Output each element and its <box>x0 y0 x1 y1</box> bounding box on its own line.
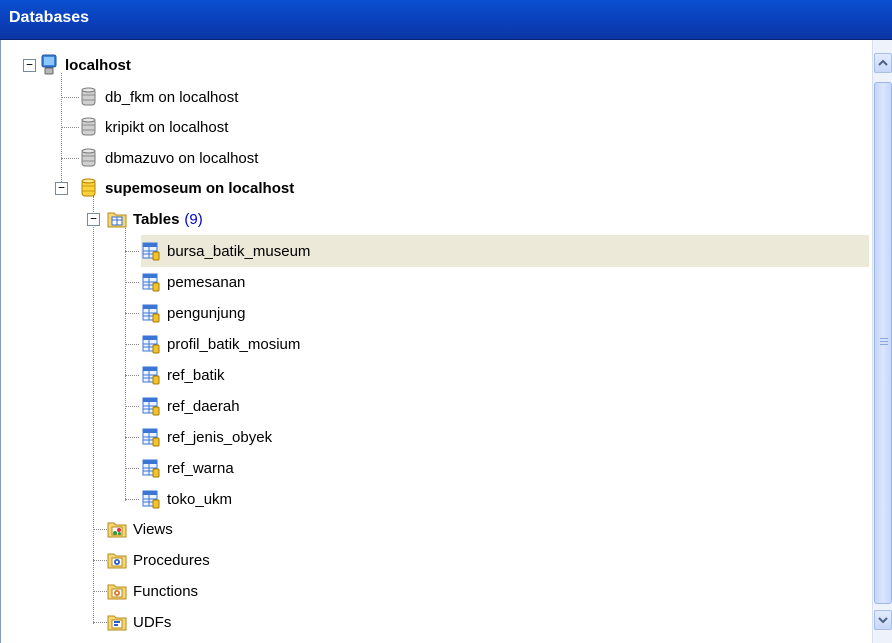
scroll-down-button[interactable] <box>874 610 892 630</box>
database-label: db_fkm on localhost <box>105 88 239 106</box>
database-cylinder-icon <box>81 87 96 106</box>
table-label: ref_daerah <box>167 397 240 415</box>
tree-node-table[interactable]: profil_batik_mosium <box>141 329 300 359</box>
scroll-up-button[interactable] <box>874 53 892 73</box>
tree-line <box>125 313 139 314</box>
database-label: kripikt on localhost <box>105 118 229 136</box>
tree-line <box>125 282 139 283</box>
table-grid-icon <box>142 304 160 323</box>
folder-label: Views <box>133 520 173 538</box>
table-grid-icon <box>142 490 160 509</box>
table-label: toko_ukm <box>167 490 233 508</box>
tree-node-table[interactable]: pengunjung <box>141 298 245 328</box>
tree-line <box>93 560 107 561</box>
tree-line <box>125 375 139 376</box>
tree-node-table[interactable]: ref_warna <box>141 453 234 483</box>
collapse-supemoseum-toggle[interactable]: − <box>55 182 68 195</box>
tree-node-table[interactable]: ref_jenis_obyek <box>141 422 272 452</box>
table-grid-icon <box>142 273 160 292</box>
tree-node-database[interactable]: db_fkm on localhost <box>79 82 238 112</box>
tree-node-udfs-folder[interactable]: UDFs <box>107 607 171 637</box>
database-cylinder-icon <box>81 117 96 136</box>
tree-node-table-selected[interactable]: bursa_batik_museum <box>141 236 310 266</box>
collapse-tables-toggle[interactable]: − <box>87 213 100 226</box>
udfs-folder-icon <box>107 615 127 631</box>
tree-line <box>125 468 139 469</box>
tree-line <box>125 406 139 407</box>
table-grid-icon <box>142 366 160 385</box>
tree-line <box>93 591 107 592</box>
table-label: ref_batik <box>167 366 225 384</box>
tree-node-table[interactable]: ref_batik <box>141 360 225 390</box>
tree-node-views-folder[interactable]: Views <box>107 514 173 544</box>
tree-node-active-database[interactable]: supemoseum on localhost <box>79 173 294 203</box>
database-tree[interactable]: − − − localhost db_fkm on localhost krip… <box>0 40 872 643</box>
table-grid-icon <box>142 459 160 478</box>
folder-label: UDFs <box>133 613 172 631</box>
chevron-up-icon <box>878 59 888 66</box>
tree-node-table[interactable]: toko_ukm <box>141 484 232 514</box>
tree-node-database[interactable]: dbmazuvo on localhost <box>79 143 258 173</box>
tree-node-functions-folder[interactable]: Functions <box>107 576 198 606</box>
scroll-thumb[interactable] <box>874 82 892 604</box>
panel-title: Databases <box>9 9 90 26</box>
server-monitor-icon <box>41 54 57 75</box>
tree-line <box>125 228 126 501</box>
tree-line <box>61 127 79 128</box>
tree-line <box>125 499 139 500</box>
table-grid-icon <box>142 428 160 447</box>
active-database-label: supemoseum on localhost <box>105 179 295 197</box>
tree-node-tables-folder[interactable]: Tables (9) <box>107 204 203 234</box>
panel-title-bar: Databases <box>0 0 892 40</box>
procedures-folder-icon <box>107 553 127 569</box>
table-label: ref_jenis_obyek <box>167 428 273 446</box>
folder-label: Functions <box>133 582 199 600</box>
tree-line <box>125 251 139 252</box>
tree-line <box>61 97 79 98</box>
tree-line <box>93 529 107 530</box>
folder-label: Procedures <box>133 551 210 569</box>
views-folder-icon <box>107 522 127 538</box>
table-label: pemesanan <box>167 273 246 291</box>
vertical-scrollbar[interactable] <box>872 40 892 643</box>
database-cylinder-icon <box>81 148 96 167</box>
tree-node-database[interactable]: kripikt on localhost <box>79 112 228 142</box>
tables-folder-label: Tables <box>133 210 180 228</box>
tables-folder-icon <box>107 212 127 228</box>
table-grid-icon <box>142 242 160 261</box>
functions-folder-icon <box>107 584 127 600</box>
server-label: localhost <box>65 56 131 74</box>
tree-node-table[interactable]: pemesanan <box>141 267 245 297</box>
table-label: pengunjung <box>167 304 246 322</box>
tree-line <box>61 73 62 190</box>
tree-line <box>93 622 107 623</box>
table-label: bursa_batik_museum <box>167 242 311 260</box>
collapse-localhost-toggle[interactable]: − <box>23 59 36 72</box>
table-label: profil_batik_mosium <box>167 335 301 353</box>
tables-count: (9) <box>184 210 203 228</box>
database-cylinder-icon <box>81 178 96 197</box>
database-label: dbmazuvo on localhost <box>105 149 259 167</box>
tree-node-table[interactable]: ref_daerah <box>141 391 240 421</box>
tree-line <box>61 158 79 159</box>
table-grid-icon <box>142 397 160 416</box>
table-grid-icon <box>142 335 160 354</box>
tree-line <box>125 437 139 438</box>
tree-node-procedures-folder[interactable]: Procedures <box>107 545 210 575</box>
tree-line <box>125 344 139 345</box>
chevron-down-icon <box>878 617 888 624</box>
table-label: ref_warna <box>167 459 234 477</box>
tree-node-localhost[interactable]: localhost <box>39 50 131 80</box>
